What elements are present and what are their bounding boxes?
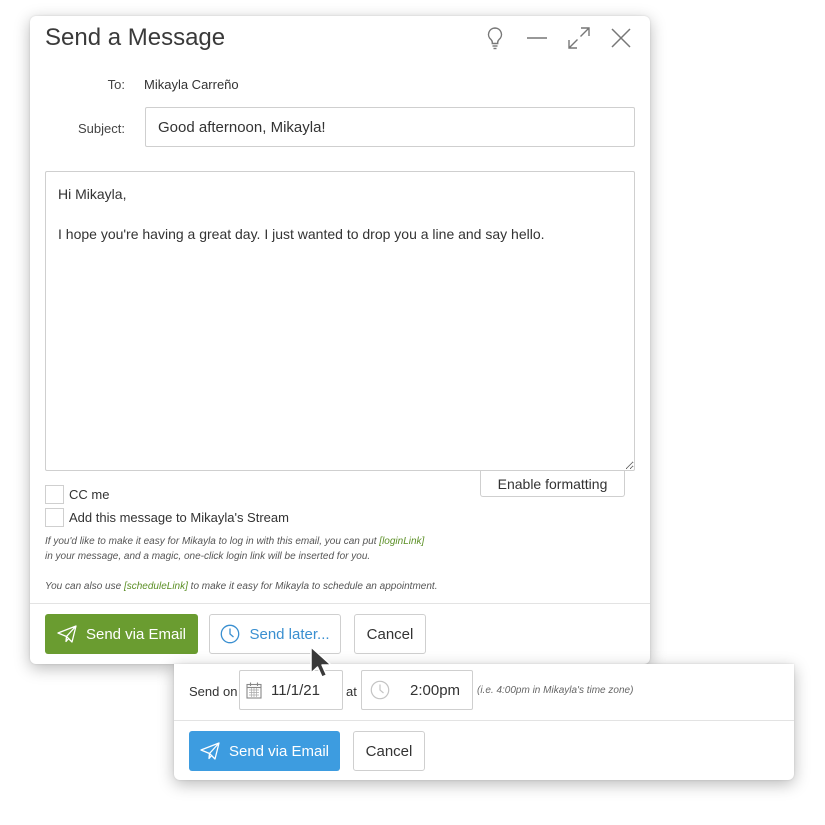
time-value: 2:00pm [410,681,461,699]
send-via-email-label: Send via Email [228,742,330,760]
to-label: To: [107,77,125,92]
send-via-email-label: Send via Email [85,625,187,643]
login-link-help: If you'd like to make it easy for Mikayl… [45,534,424,564]
clock-icon [370,680,390,700]
send-on-label: Send on [189,684,238,699]
login-link-tag: [loginLink] [379,536,425,547]
send-message-dialog: Send a Message To: Mikayla Carreño Subje… [30,16,650,664]
footer-divider [30,603,650,604]
schedule-cancel-button[interactable]: Cancel [353,731,425,771]
add-to-stream-row[interactable]: Add this message to Mikayla's Stream [45,508,289,527]
paper-plane-icon [57,625,77,643]
mouse-pointer-icon [310,646,338,685]
cc-me-label: CC me [69,487,110,502]
schedule-link-tag: [scheduleLink] [123,581,188,592]
add-to-stream-label: Add this message to Mikayla's Stream [69,510,289,525]
timezone-note: (i.e. 4:00pm in Mikayla's time zone) [477,685,634,696]
close-icon[interactable] [600,24,642,52]
recipient-name: Mikayla Carreño [144,77,239,92]
lightbulb-icon[interactable] [474,24,516,52]
help-text: to make it easy for Mikayla to schedule … [187,581,438,592]
at-label: at [346,684,357,699]
subject-input[interactable] [145,107,635,147]
paper-plane-icon [200,742,220,760]
help-text: You can also use [45,581,124,592]
message-body-textarea[interactable]: Hi Mikayla, I hope you're having a great… [45,171,635,471]
cc-me-row[interactable]: CC me [45,485,109,504]
send-later-label: Send later... [249,625,330,643]
add-to-stream-checkbox[interactable] [45,508,64,527]
schedule-panel: Send on 11/1/21 at 2:00pm (i.e. 4:00pm i… [174,664,794,780]
send-via-email-button[interactable]: Send via Email [45,614,198,654]
enable-formatting-button[interactable]: Enable formatting [480,471,625,497]
dialog-title: Send a Message [45,24,226,51]
time-picker[interactable]: 2:00pm [361,670,473,710]
panel-divider [174,720,794,721]
schedule-send-via-email-button[interactable]: Send via Email [189,731,340,771]
help-text: If you'd like to make it easy for Mikayl… [45,536,380,547]
subject-label: Subject: [78,121,125,136]
minimize-icon[interactable] [516,24,558,52]
help-text: in your message, and a magic, one-click … [45,551,371,562]
calendar-icon [246,682,262,699]
expand-icon[interactable] [558,24,600,52]
clock-icon [220,624,240,644]
window-controls [474,24,642,52]
schedule-link-help: You can also use [scheduleLink] to make … [45,579,437,594]
cc-me-checkbox[interactable] [45,485,64,504]
cancel-button[interactable]: Cancel [354,614,426,654]
